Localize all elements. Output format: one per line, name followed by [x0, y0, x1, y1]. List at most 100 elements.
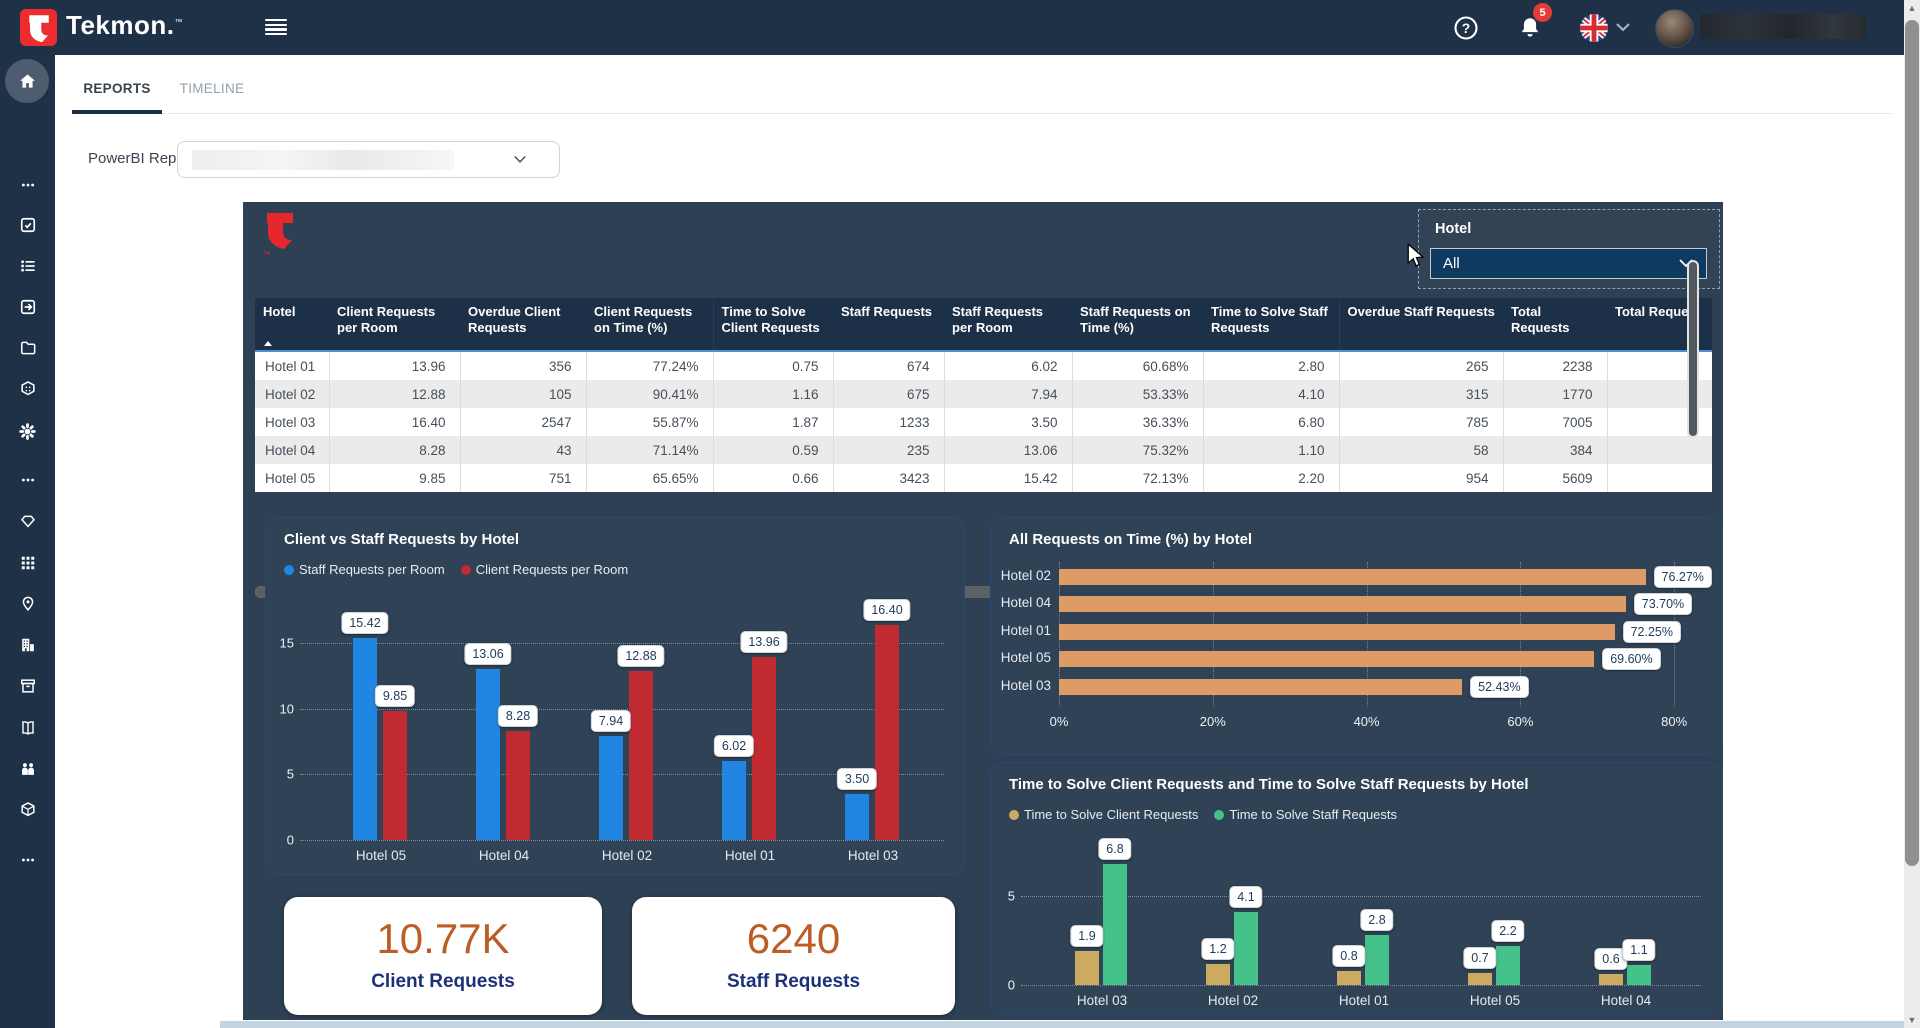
sidebar-item-more-1[interactable] — [0, 165, 55, 205]
bar-hotel-03[interactable] — [1059, 679, 1462, 695]
bar-staff-requests-per-room[interactable] — [476, 669, 500, 840]
data-label: 0.8 — [1332, 945, 1365, 967]
data-label: 6.02 — [714, 735, 754, 757]
data-label: 1.1 — [1622, 939, 1655, 961]
x-axis-category-label: Hotel 05 — [1470, 993, 1520, 1008]
bar-client-requests-per-room[interactable] — [875, 625, 899, 840]
page-scrollbar[interactable]: ▲ ▼ — [1904, 0, 1920, 1028]
table-row[interactable]: Hotel 0113.9635677.24%0.756746.0260.68%2… — [255, 351, 1712, 380]
bar-client-requests-per-room[interactable] — [629, 671, 653, 840]
tab-timeline[interactable]: TIMELINE — [168, 76, 256, 100]
page-scrollbar-thumb[interactable] — [1905, 20, 1919, 866]
dashboard-horizontal-scroll-strip[interactable] — [220, 1021, 1904, 1028]
data-label: 9.85 — [375, 685, 415, 707]
sidebar-item-package[interactable] — [0, 790, 55, 830]
sidebar-item-tasks[interactable] — [0, 205, 55, 245]
column-header[interactable]: Hotel — [255, 298, 329, 351]
column-header[interactable]: Staff Requests — [833, 298, 944, 351]
select-chevron-down-icon — [513, 154, 527, 166]
table-vertical-scrollbar[interactable] — [1687, 260, 1699, 438]
table-cell: 72.13% — [1072, 464, 1203, 492]
user-avatar[interactable] — [1655, 9, 1694, 48]
bar-time-to-solve-client-requests[interactable] — [1468, 973, 1492, 985]
bar-client-requests-per-room[interactable] — [752, 657, 776, 840]
help-icon[interactable]: ? — [1452, 14, 1480, 42]
tab-reports[interactable]: REPORTS — [72, 76, 162, 100]
column-header[interactable]: Client Requests per Room — [329, 298, 460, 351]
bar-time-to-solve-staff-requests[interactable] — [1627, 965, 1651, 985]
column-header[interactable]: Overdue Client Requests — [460, 298, 586, 351]
x-axis-category-label: Hotel 04 — [479, 848, 529, 863]
bar-time-to-solve-staff-requests[interactable] — [1496, 946, 1520, 985]
sidebar-item-settings[interactable] — [0, 411, 55, 451]
tekmon-logo[interactable] — [20, 9, 57, 46]
sidebar-item-more-2[interactable] — [0, 460, 55, 500]
hotel-filter-select[interactable]: All — [1430, 248, 1707, 279]
column-header[interactable]: Overdue Staff Requests — [1339, 298, 1503, 351]
table-row[interactable]: Hotel 059.8575165.65%0.66342315.4272.13%… — [255, 464, 1712, 492]
table-cell: 1.16 — [713, 380, 833, 408]
bar-hotel-05[interactable] — [1059, 651, 1594, 667]
bar-time-to-solve-staff-requests[interactable] — [1234, 912, 1258, 985]
column-header[interactable]: Client Requests on Time (%) — [586, 298, 713, 351]
legend-item[interactable]: Time to Solve Staff Requests — [1214, 807, 1397, 822]
bar-staff-requests-per-room[interactable] — [722, 761, 746, 840]
scroll-down-arrow[interactable]: ▼ — [1904, 1012, 1920, 1028]
bar-staff-requests-per-room[interactable] — [353, 638, 377, 840]
legend-item[interactable]: Time to Solve Client Requests — [1009, 807, 1198, 822]
column-header[interactable]: Total Requests — [1503, 298, 1607, 351]
column-header[interactable]: Time to Solve Client Requests — [713, 298, 833, 351]
hamburger-menu-icon[interactable] — [265, 19, 287, 36]
table-row[interactable]: Hotel 048.284371.14%0.5923513.0675.32%1.… — [255, 436, 1712, 464]
sidebar-item-people[interactable] — [0, 749, 55, 789]
sidebar-item-export[interactable] — [0, 287, 55, 327]
legend-item[interactable]: Staff Requests per Room — [284, 562, 445, 577]
y-axis-tick-label: 15 — [270, 636, 294, 651]
sidebar-item-building[interactable] — [0, 625, 55, 665]
legend-item[interactable]: Client Requests per Room — [461, 562, 628, 577]
language-chevron-down-icon[interactable] — [1615, 22, 1631, 34]
sidebar-item-archive[interactable] — [0, 666, 55, 706]
table-cell: 36.33% — [1072, 408, 1203, 436]
bar-hotel-01[interactable] — [1059, 624, 1615, 640]
user-name-redacted[interactable] — [1700, 14, 1866, 39]
sidebar-item-more-3[interactable] — [0, 840, 55, 880]
column-header[interactable]: Time to Solve Staff Requests — [1203, 298, 1339, 351]
sidebar-item-cube[interactable] — [0, 369, 55, 409]
table-cell: 7005 — [1503, 408, 1607, 436]
table-cell: 5609 — [1503, 464, 1607, 492]
table-row[interactable]: Hotel 0212.8810590.41%1.166757.9453.33%4… — [255, 380, 1712, 408]
sidebar-item-home[interactable] — [0, 61, 55, 101]
bar-time-to-solve-client-requests[interactable] — [1599, 974, 1623, 985]
bar-hotel-02[interactable] — [1059, 569, 1646, 585]
column-header[interactable]: Staff Requests per Room — [944, 298, 1072, 351]
table-cell: 265 — [1339, 351, 1503, 380]
svg-text:?: ? — [1462, 20, 1471, 36]
sidebar-item-folder[interactable] — [0, 328, 55, 368]
bar-time-to-solve-client-requests[interactable] — [1075, 951, 1099, 985]
sidebar-item-list[interactable] — [0, 246, 55, 286]
table-row[interactable]: Hotel 0316.40254755.87%1.8712333.5036.33… — [255, 408, 1712, 436]
bar-staff-requests-per-room[interactable] — [599, 736, 623, 840]
scroll-up-arrow[interactable]: ▲ — [1904, 0, 1920, 16]
bar-client-requests-per-room[interactable] — [506, 731, 530, 840]
sidebar-item-location[interactable] — [0, 584, 55, 624]
sidebar-item-book[interactable] — [0, 708, 55, 748]
bar-time-to-solve-client-requests[interactable] — [1337, 971, 1361, 985]
sidebar-item-grid[interactable] — [0, 543, 55, 583]
sidebar-item-gem[interactable] — [0, 501, 55, 541]
bar-time-to-solve-staff-requests[interactable] — [1365, 935, 1389, 985]
bar-client-requests-per-room[interactable] — [383, 711, 407, 840]
uk-flag-icon[interactable] — [1580, 14, 1608, 42]
bar-hotel-04[interactable] — [1059, 596, 1626, 612]
notification-badge[interactable]: 5 — [1533, 3, 1552, 22]
bar-staff-requests-per-room[interactable] — [845, 794, 869, 840]
bar-time-to-solve-client-requests[interactable] — [1206, 964, 1230, 985]
bar-time-to-solve-staff-requests[interactable] — [1103, 864, 1127, 985]
powerbi-reports-select[interactable] — [177, 141, 560, 178]
chart-all-requests-on-time: All Requests on Time (%) by Hotel 0%20%4… — [990, 517, 1723, 755]
task-check-icon — [18, 215, 38, 235]
table-cell: 2547 — [460, 408, 586, 436]
column-header[interactable]: Staff Requests on Time (%) — [1072, 298, 1203, 351]
table-cell: 77.24% — [586, 351, 713, 380]
